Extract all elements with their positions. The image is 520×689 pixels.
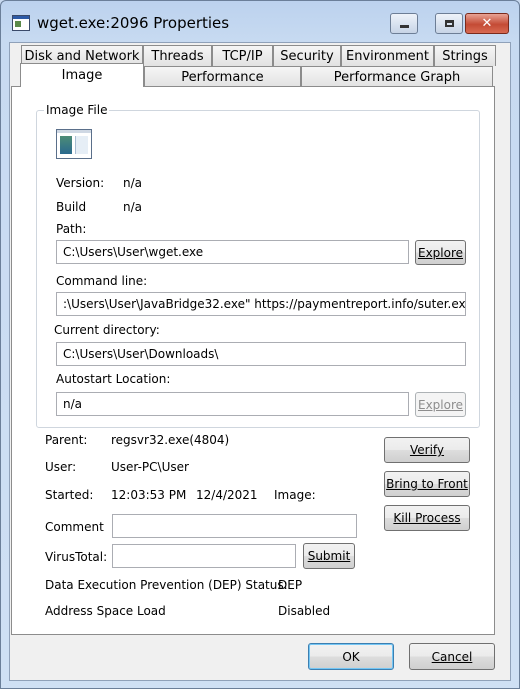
maximize-icon: [444, 20, 454, 27]
aslr-label: Address Space Load: [45, 604, 166, 618]
path-explore-button[interactable]: Explore: [415, 240, 466, 265]
tab-security[interactable]: Security: [273, 45, 341, 66]
aslr-value: Disabled: [278, 604, 331, 618]
minimize-button[interactable]: [390, 13, 418, 34]
ok-button[interactable]: OK: [308, 643, 394, 670]
autostart-location-label: Autostart Location:: [56, 372, 171, 386]
executable-icon: [56, 129, 92, 159]
title-bar[interactable]: wget.exe:2096 Properties ✕: [1, 1, 519, 43]
minimize-icon: [399, 25, 409, 28]
image-label: Image:: [274, 488, 316, 502]
current-directory-field[interactable]: C:\Users\User\Downloads\: [56, 342, 466, 366]
kill-process-button[interactable]: Kill Process: [384, 505, 470, 531]
build-value: n/a: [123, 200, 143, 214]
image-file-group-title: Image File: [44, 103, 110, 117]
maximize-button[interactable]: [435, 13, 463, 34]
tab-tcpip[interactable]: TCP/IP: [212, 45, 273, 66]
window-title: wget.exe:2096 Properties: [37, 14, 230, 32]
ok-label: OK: [342, 649, 360, 664]
parent-label: Parent:: [45, 433, 88, 447]
path-label: Path:: [56, 222, 87, 236]
cancel-button[interactable]: Cancel: [409, 643, 495, 670]
comment-field[interactable]: [112, 514, 357, 538]
tab-strings[interactable]: Strings: [434, 45, 496, 66]
virustotal-label: VirusTotal:: [45, 550, 108, 564]
verify-label: Verify: [409, 443, 445, 457]
user-value: User-PC\User: [111, 460, 189, 474]
started-date: 12/4/2021: [196, 488, 258, 502]
submit-label: Submit: [307, 549, 351, 563]
autostart-explore-button[interactable]: Explore: [415, 392, 466, 417]
app-icon: [12, 15, 30, 31]
tab-environment[interactable]: Environment: [341, 45, 434, 66]
close-button[interactable]: ✕: [465, 13, 509, 34]
started-label: Started:: [45, 488, 94, 502]
autostart-explore-label: Explore: [417, 397, 464, 412]
started-time: 12:03:53 PM: [111, 488, 187, 502]
user-label: User:: [45, 460, 77, 474]
bring-to-front-label: Bring to Front: [386, 477, 468, 491]
bring-to-front-button[interactable]: Bring to Front: [384, 471, 470, 497]
tab-threads[interactable]: Threads: [143, 45, 212, 66]
path-explore-label: Explore: [417, 245, 464, 260]
virustotal-field[interactable]: [112, 544, 296, 568]
verify-button[interactable]: Verify: [384, 437, 470, 463]
build-label: Build: [56, 200, 87, 214]
cancel-label: Cancel: [431, 649, 473, 664]
comment-label: Comment: [45, 520, 104, 534]
dep-status-value: DEP: [278, 578, 303, 592]
version-value: n/a: [123, 176, 143, 190]
submit-button[interactable]: Submit: [303, 543, 355, 569]
current-directory-label: Current directory:: [54, 323, 160, 337]
command-line-field[interactable]: :\Users\User\JavaBridge32.exe" https://p…: [56, 292, 466, 316]
path-field[interactable]: C:\Users\User\wget.exe: [56, 240, 409, 264]
kill-process-label: Kill Process: [393, 511, 461, 525]
parent-value: regsvr32.exe(4804): [111, 433, 230, 447]
version-label: Version:: [56, 176, 105, 190]
tab-image[interactable]: Image: [20, 63, 144, 87]
close-icon: ✕: [481, 16, 493, 31]
autostart-location-field[interactable]: n/a: [56, 392, 409, 416]
command-line-label: Command line:: [56, 274, 148, 288]
tab-performance-graph[interactable]: Performance Graph: [301, 66, 493, 87]
tab-performance[interactable]: Performance: [144, 66, 301, 87]
dep-status-label: Data Execution Prevention (DEP) Status:: [45, 578, 288, 592]
